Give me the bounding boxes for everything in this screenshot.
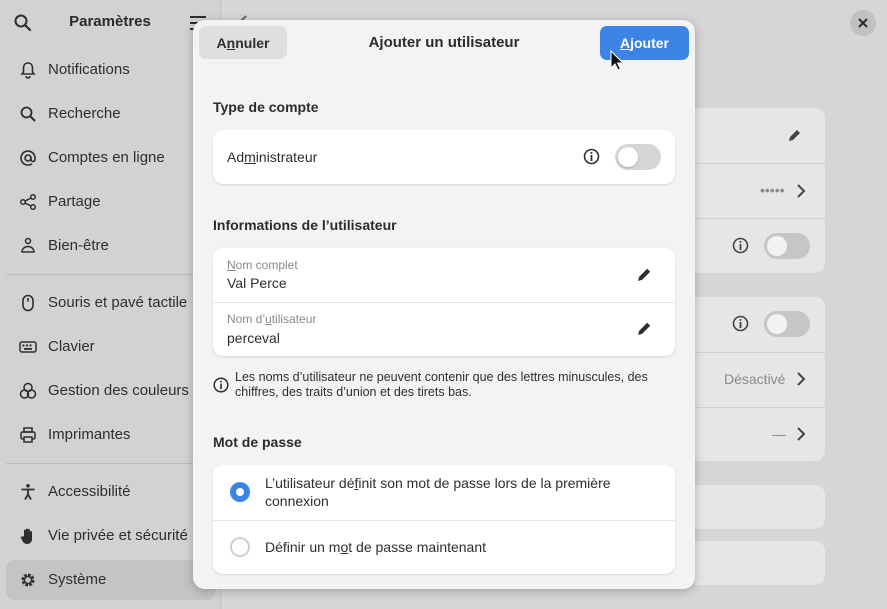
option-set-now-label: Définir un mot de passe maintenant [265, 539, 487, 555]
info-icon[interactable] [732, 237, 749, 254]
user-info-heading: Informations de l’utilisateur [213, 217, 397, 233]
mouse-cursor-icon [610, 50, 624, 71]
username-label: Nom d’utilisateur [227, 312, 317, 326]
info-icon[interactable] [583, 148, 600, 165]
toggle-knob [618, 147, 638, 167]
user-info-card: Nom complet Val Perce Nom d’utilisateur … [213, 248, 675, 356]
radio-user-defines[interactable] [230, 482, 250, 502]
sidebar-separator [6, 463, 215, 464]
sidebar-item-imprimantes[interactable]: Imprimantes [6, 415, 215, 455]
color-management-icon [19, 382, 37, 399]
sidebar-title: Paramètres [69, 13, 151, 30]
sidebar-item-accessibilite[interactable]: Accessibilité [6, 472, 215, 512]
cancel-button[interactable]: Annuler [199, 26, 287, 59]
close-window-button[interactable] [850, 10, 876, 36]
sidebar-separator [6, 274, 215, 275]
edit-icon[interactable] [635, 320, 653, 338]
password-option-user-defines[interactable]: L’utilisateur définit son mot de passe l… [213, 465, 675, 520]
username-row[interactable]: Nom d’utilisateur perceval [213, 303, 675, 356]
chevron-right-icon[interactable] [796, 371, 806, 387]
radio-set-now[interactable] [230, 537, 250, 557]
info-icon [213, 377, 229, 393]
background-toggle[interactable] [764, 311, 810, 337]
chevron-right-icon[interactable] [796, 183, 806, 199]
username-hint: Les noms d’utilisateur ne peuvent conten… [235, 370, 648, 399]
background-separator [695, 218, 825, 219]
background-toggle[interactable] [764, 233, 810, 259]
full-name-label: Nom complet [227, 258, 298, 272]
bell-icon [20, 62, 36, 79]
background-card[interactable] [695, 485, 825, 529]
sidebar-item-label: Bien-être [48, 237, 109, 254]
sidebar-item-souris[interactable]: Souris et pavé tactile [6, 283, 215, 323]
sidebar-item-label: Partage [48, 193, 101, 210]
background-status: Désactivé [724, 371, 786, 387]
sidebar-item-label: Comptes en ligne [48, 149, 165, 166]
sidebar-item-notifications[interactable]: Notifications [6, 50, 215, 90]
wellbeing-icon [21, 237, 35, 253]
administrator-toggle[interactable] [615, 144, 661, 170]
accessibility-icon [21, 484, 35, 500]
mouse-icon [22, 294, 34, 312]
search-icon [20, 106, 36, 122]
password-card: L’utilisateur définit son mot de passe l… [213, 465, 675, 574]
sidebar-item-comptes-en-ligne[interactable]: Comptes en ligne [6, 138, 215, 178]
sidebar-item-label: Gestion des couleurs [48, 382, 189, 399]
full-name-field[interactable]: Val Perce [227, 275, 287, 291]
sidebar-item-systeme[interactable]: Système [6, 560, 215, 600]
option-user-defines-label: L’utilisateur définit son mot de passe l… [265, 475, 611, 509]
background-separator [695, 163, 825, 164]
dialog-title: Ajouter un utilisateur [368, 34, 520, 51]
background-separator [695, 352, 825, 353]
share-icon [19, 193, 37, 211]
background-password-mask: ••••• [760, 182, 785, 198]
background-card[interactable] [695, 541, 825, 585]
sidebar-item-label: Système [48, 571, 107, 588]
account-type-card: Administrateur [213, 130, 675, 184]
edit-icon[interactable] [635, 266, 653, 284]
keyboard-icon [19, 341, 37, 353]
full-name-row[interactable]: Nom complet Val Perce [213, 248, 675, 302]
sidebar-item-partage[interactable]: Partage [6, 182, 215, 222]
background-dash: — [772, 426, 786, 442]
search-icon[interactable] [13, 13, 33, 33]
hand-icon [20, 528, 32, 544]
sidebar-item-bien-etre[interactable]: Bien-être [6, 226, 215, 266]
sidebar-item-label: Clavier [48, 338, 95, 355]
sidebar-item-label: Recherche [48, 105, 121, 122]
background-separator [695, 407, 825, 408]
password-heading: Mot de passe [213, 434, 302, 450]
sidebar-item-clavier[interactable]: Clavier [6, 327, 215, 367]
close-icon [858, 18, 868, 28]
sidebar-item-label: Accessibilité [48, 483, 131, 500]
at-sign-icon [20, 150, 36, 166]
gear-icon [21, 573, 35, 587]
sidebar-item-label: Imprimantes [48, 426, 131, 443]
sidebar-item-vie-privee[interactable]: Vie privée et sécurité [6, 516, 215, 556]
account-type-heading: Type de compte [213, 99, 319, 115]
sidebar-item-recherche[interactable]: Recherche [6, 94, 215, 134]
administrator-label: Administrateur [227, 149, 318, 165]
sidebar-header: Paramètres [0, 0, 221, 46]
info-icon[interactable] [732, 315, 749, 332]
add-user-dialog: Annuler Ajouter un utilisateur Ajouter T… [193, 20, 695, 589]
sidebar-item-label: Notifications [48, 61, 130, 78]
edit-icon[interactable] [786, 128, 802, 144]
printer-icon [20, 427, 36, 443]
sidebar: Paramètres Notifications Recherche Compt… [0, 0, 221, 609]
sidebar-item-label: Vie privée et sécurité [48, 527, 188, 544]
sidebar-item-label: Souris et pavé tactile [48, 294, 188, 311]
password-option-set-now[interactable]: Définir un mot de passe maintenant [213, 521, 675, 574]
sidebar-item-couleurs[interactable]: Gestion des couleurs [6, 371, 215, 411]
username-field[interactable]: perceval [227, 330, 280, 346]
chevron-right-icon[interactable] [796, 426, 806, 442]
